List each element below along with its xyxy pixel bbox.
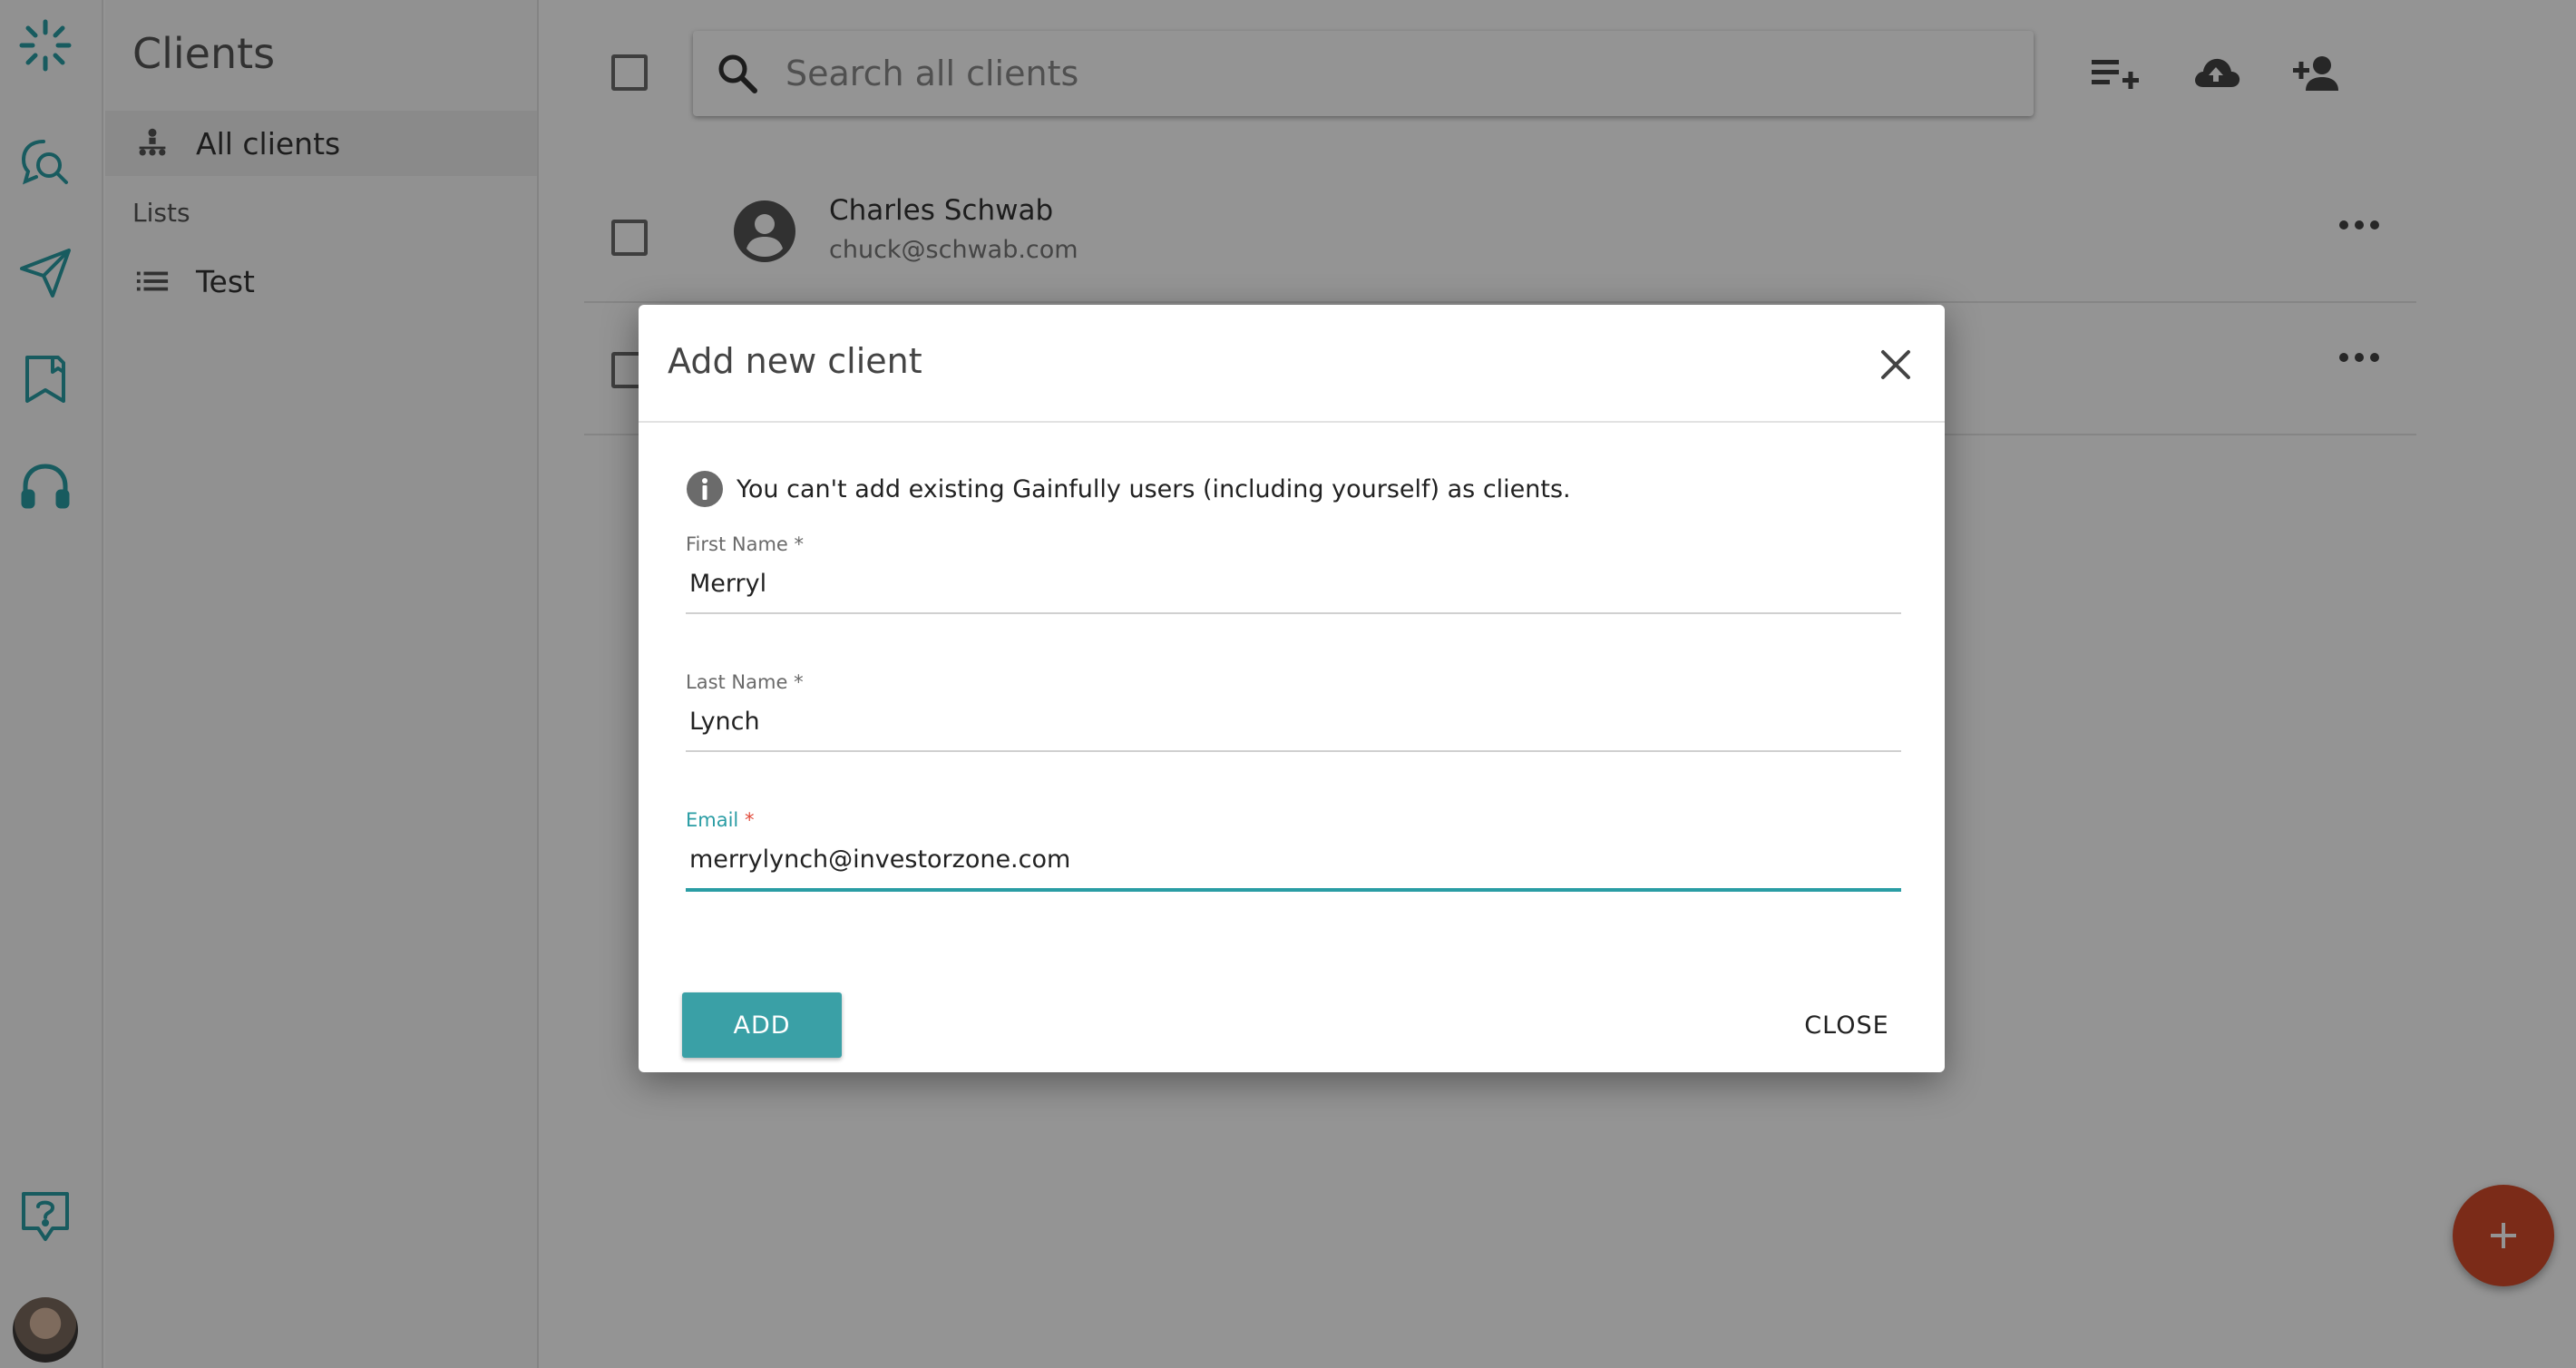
first-name-field: First Name * <box>686 533 1901 614</box>
email-label: Email * <box>686 809 755 831</box>
info-text: You can't add existing Gainfully users (… <box>737 474 1571 503</box>
dialog-title: Add new client <box>668 341 922 381</box>
close-button[interactable]: CLOSE <box>1792 992 1901 1058</box>
info-icon <box>687 471 723 507</box>
add-button[interactable]: ADD <box>682 992 842 1058</box>
close-icon[interactable] <box>1876 345 1916 385</box>
info-message: You can't add existing Gainfully users (… <box>686 470 1571 508</box>
divider <box>639 421 1945 423</box>
email-field: Email * <box>686 809 1901 892</box>
first-name-input[interactable] <box>686 566 1901 614</box>
add-client-dialog: Add new client You can't add existing Ga… <box>639 305 1945 1072</box>
email-input[interactable] <box>686 842 1901 892</box>
last-name-input[interactable] <box>686 704 1901 752</box>
first-name-label: First Name * <box>686 533 805 555</box>
last-name-field: Last Name * <box>686 671 1901 752</box>
last-name-label: Last Name * <box>686 671 804 693</box>
app: Clients All clients Lists Test Search al… <box>0 0 2576 1368</box>
